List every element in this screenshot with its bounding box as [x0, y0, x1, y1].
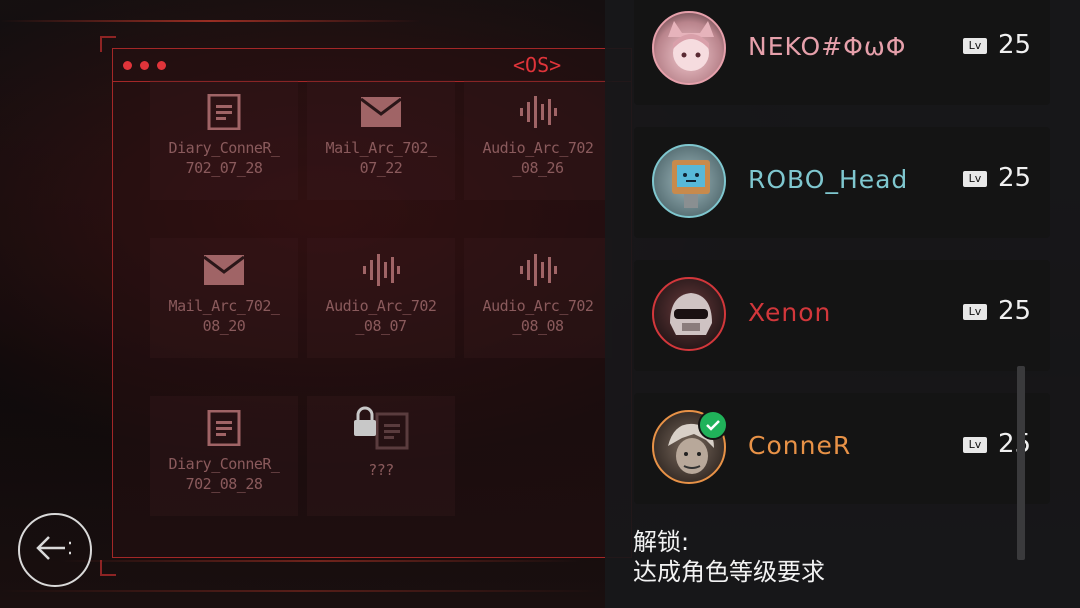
audio-wave-icon: [518, 94, 558, 130]
audio-wave-icon: [518, 252, 558, 288]
scrollbar[interactable]: [1017, 366, 1025, 560]
avatar: [652, 11, 726, 85]
unlock-title: 解锁:: [633, 528, 690, 556]
file-label: Diary_ConneR_ 702_07_28: [168, 139, 280, 177]
decor-streak: [0, 590, 600, 592]
level-value: 25: [998, 296, 1032, 326]
file-label: Mail_Arc_702_ 07_22: [325, 139, 437, 177]
os-titlebar: <OS>: [113, 49, 631, 82]
file-tile[interactable]: Diary_ConneR_ 702_08_28: [150, 396, 298, 516]
player-name: ROBO_Head: [748, 165, 909, 194]
window-dot: [123, 61, 132, 70]
file-tile[interactable]: Audio_Arc_702 _08_08: [464, 238, 612, 358]
player-card[interactable]: Xenon Lv 25: [634, 260, 1050, 371]
avatar: [652, 144, 726, 218]
locked-document-icon: [351, 406, 411, 450]
player-card-selected[interactable]: ConneR Lv 25: [634, 393, 1050, 504]
document-icon: [207, 94, 241, 130]
checkmark-icon: [698, 410, 728, 440]
corner-bracket: [100, 560, 116, 576]
level-badge: Lv: [963, 38, 987, 54]
file-tile[interactable]: Mail_Arc_702_ 08_20: [150, 238, 298, 358]
file-label: Audio_Arc_702 _08_08: [482, 297, 594, 335]
window-dots: [123, 61, 166, 70]
player-name: Xenon: [748, 298, 832, 327]
corner-bracket: [100, 36, 116, 52]
unlock-requirement: 解锁: 达成角色等级要求: [633, 527, 825, 587]
player-name: NEKO#ΦωΦ: [748, 32, 907, 61]
player-card[interactable]: NEKO#ΦωΦ Lv 25: [634, 0, 1050, 105]
player-card[interactable]: ROBO_Head Lv 25: [634, 127, 1050, 238]
os-label: <OS>: [513, 53, 562, 77]
file-label: Mail_Arc_702_ 08_20: [168, 297, 280, 335]
decor-streak: [60, 560, 580, 562]
level-value: 25: [998, 429, 1032, 459]
audio-wave-icon: [361, 252, 401, 288]
unlock-requirement-text: 达成角色等级要求: [633, 558, 825, 586]
file-tile[interactable]: Audio_Arc_702 _08_26: [464, 80, 612, 200]
level-value: 25: [998, 30, 1032, 60]
level-value: 25: [998, 163, 1032, 193]
decor-streak: [0, 20, 420, 22]
file-label: ???: [368, 461, 394, 479]
file-label: Audio_Arc_702 _08_26: [482, 139, 594, 177]
level-badge: Lv: [963, 304, 987, 320]
back-button[interactable]: [18, 513, 92, 587]
mail-icon: [204, 252, 244, 288]
document-icon: [207, 410, 241, 446]
file-label: Audio_Arc_702 _08_07: [325, 297, 437, 335]
avatar: [652, 277, 726, 351]
file-tile-locked[interactable]: ???: [307, 396, 455, 516]
player-name: ConneR: [748, 431, 852, 460]
file-tile[interactable]: Audio_Arc_702 _08_07: [307, 238, 455, 358]
level-badge: Lv: [963, 437, 987, 453]
file-tile[interactable]: Diary_ConneR_ 702_07_28: [150, 80, 298, 200]
window-dot: [157, 61, 166, 70]
mail-icon: [361, 94, 401, 130]
file-tile[interactable]: Mail_Arc_702_ 07_22: [307, 80, 455, 200]
level-badge: Lv: [963, 171, 987, 187]
window-dot: [140, 61, 149, 70]
player-panel: NEKO#ΦωΦ Lv 25 ROBO_Head Lv 25 Xenon Lv …: [605, 0, 1080, 608]
file-label: Diary_ConneR_ 702_08_28: [168, 455, 280, 493]
back-arrow-icon: [35, 533, 75, 567]
